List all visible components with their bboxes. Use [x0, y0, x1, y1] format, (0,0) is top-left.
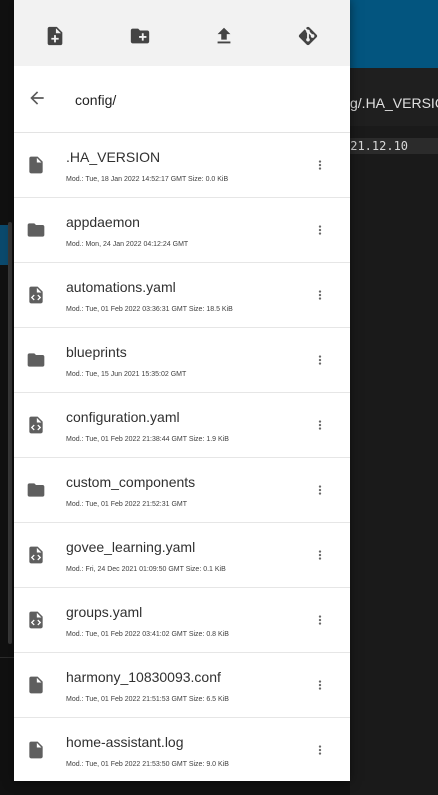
file-list-item[interactable]: home-assistant.log Mod.: Tue, 01 Feb 2022… — [14, 718, 350, 781]
file-name: harmony_10830093.conf — [66, 669, 221, 685]
new-folder-button[interactable] — [121, 17, 159, 55]
file-list-item[interactable]: custom_components Mod.: Tue, 01 Feb 2022 … — [14, 458, 350, 523]
upload-icon — [217, 27, 231, 44]
new-folder-icon — [130, 28, 150, 44]
git-button[interactable] — [289, 17, 327, 55]
file-meta: Mod.: Tue, 01 Feb 2022 21:38:44 GMT Size… — [66, 436, 229, 443]
more-vert-icon — [318, 550, 322, 560]
code-line-text: 021.12.10 — [343, 139, 409, 153]
file-list-item[interactable]: harmony_10830093.conf Mod.: Tue, 01 Feb 2… — [14, 653, 350, 718]
editor-path-bar: fig/.HA_VERSION — [343, 68, 438, 126]
more-vert-icon — [318, 745, 322, 755]
more-options-button[interactable] — [310, 153, 330, 177]
file-list-item[interactable]: automations.yaml Mod.: Tue, 01 Feb 2022 0… — [14, 263, 350, 328]
file-meta: Mod.: Tue, 01 Feb 2022 21:53:50 GMT Size… — [66, 761, 229, 768]
editor-file-path: fig/.HA_VERSION — [343, 95, 438, 111]
file-name: configuration.yaml — [66, 409, 180, 425]
file-browser-drawer: config/ .HA_VERSION Mod.: Tue, 18 Jan 202… — [14, 0, 350, 781]
file-name: appdaemon — [66, 214, 140, 230]
new-file-icon — [47, 26, 63, 46]
folder-icon — [26, 478, 46, 502]
file-meta: Mod.: Tue, 15 Jun 2021 15:35:02 GMT — [66, 371, 187, 378]
file-icon — [26, 153, 46, 177]
file-meta: Mod.: Mon, 24 Jan 2022 04:12:24 GMT — [66, 241, 189, 248]
file-name: .HA_VERSION — [66, 149, 161, 165]
back-button[interactable] — [24, 85, 50, 111]
background-sidebar-accent — [0, 225, 8, 265]
more-vert-icon — [318, 420, 322, 430]
current-folder-path: config/ — [75, 92, 117, 108]
file-name: home-assistant.log — [66, 734, 184, 750]
more-options-button[interactable] — [310, 543, 330, 567]
code-file-icon — [26, 608, 46, 632]
path-row: config/ — [14, 66, 350, 133]
more-vert-icon — [318, 680, 322, 690]
more-vert-icon — [318, 160, 322, 170]
more-vert-icon — [318, 225, 322, 235]
file-name: custom_components — [66, 474, 196, 490]
more-vert-icon — [318, 290, 322, 300]
code-file-icon — [26, 413, 46, 437]
file-meta: Mod.: Tue, 18 Jan 2022 14:52:17 GMT Size… — [66, 176, 229, 183]
new-file-button[interactable] — [36, 17, 74, 55]
git-icon — [298, 26, 318, 46]
more-options-button[interactable] — [310, 218, 330, 242]
file-name: groups.yaml — [66, 604, 143, 620]
more-vert-icon — [318, 355, 322, 365]
more-options-button[interactable] — [310, 283, 330, 307]
file-name: blueprints — [66, 344, 127, 360]
file-icon — [26, 673, 46, 697]
file-name: automations.yaml — [66, 279, 176, 295]
code-editor[interactable]: 021.12.10 — [343, 126, 438, 795]
code-file-icon — [26, 283, 46, 307]
folder-icon — [26, 218, 46, 242]
file-list-item[interactable]: govee_learning.yaml Mod.: Fri, 24 Dec 202… — [14, 523, 350, 588]
background-scrollbar[interactable] — [8, 222, 12, 644]
file-name: govee_learning.yaml — [66, 539, 196, 555]
file-list-item[interactable]: configuration.yaml Mod.: Tue, 01 Feb 2022… — [14, 393, 350, 458]
more-options-button[interactable] — [310, 348, 330, 372]
more-options-button[interactable] — [310, 673, 330, 697]
more-options-button[interactable] — [310, 738, 330, 762]
upload-button[interactable] — [205, 17, 243, 55]
file-list: .HA_VERSION Mod.: Tue, 18 Jan 2022 14:52:… — [14, 133, 350, 781]
app-header — [350, 0, 438, 68]
file-list-item[interactable]: appdaemon Mod.: Mon, 24 Jan 2022 04:12:24… — [14, 198, 350, 263]
file-icon — [26, 738, 46, 762]
more-options-button[interactable] — [310, 413, 330, 437]
file-meta: Mod.: Tue, 01 Feb 2022 21:51:53 GMT Size… — [66, 696, 229, 703]
file-meta: Mod.: Tue, 01 Feb 2022 03:41:02 GMT Size… — [66, 631, 229, 638]
folder-icon — [26, 348, 46, 372]
file-list-item[interactable]: .HA_VERSION Mod.: Tue, 18 Jan 2022 14:52:… — [14, 133, 350, 198]
more-vert-icon — [318, 615, 322, 625]
file-meta: Mod.: Tue, 01 Feb 2022 21:52:31 GMT — [66, 501, 188, 508]
arrow-back-icon — [30, 91, 44, 105]
file-meta: Mod.: Tue, 01 Feb 2022 03:36:31 GMT Size… — [66, 306, 233, 313]
file-list-item[interactable]: groups.yaml Mod.: Tue, 01 Feb 2022 03:41:… — [14, 588, 350, 653]
file-meta: Mod.: Fri, 24 Dec 2021 01:09:50 GMT Size… — [66, 566, 226, 573]
more-options-button[interactable] — [310, 608, 330, 632]
code-file-icon — [26, 543, 46, 567]
file-toolbar — [14, 0, 350, 66]
file-list-item[interactable]: blueprints Mod.: Tue, 15 Jun 2021 15:35:0… — [14, 328, 350, 393]
more-options-button[interactable] — [310, 478, 330, 502]
background-divider — [0, 657, 14, 658]
more-vert-icon — [318, 485, 322, 495]
